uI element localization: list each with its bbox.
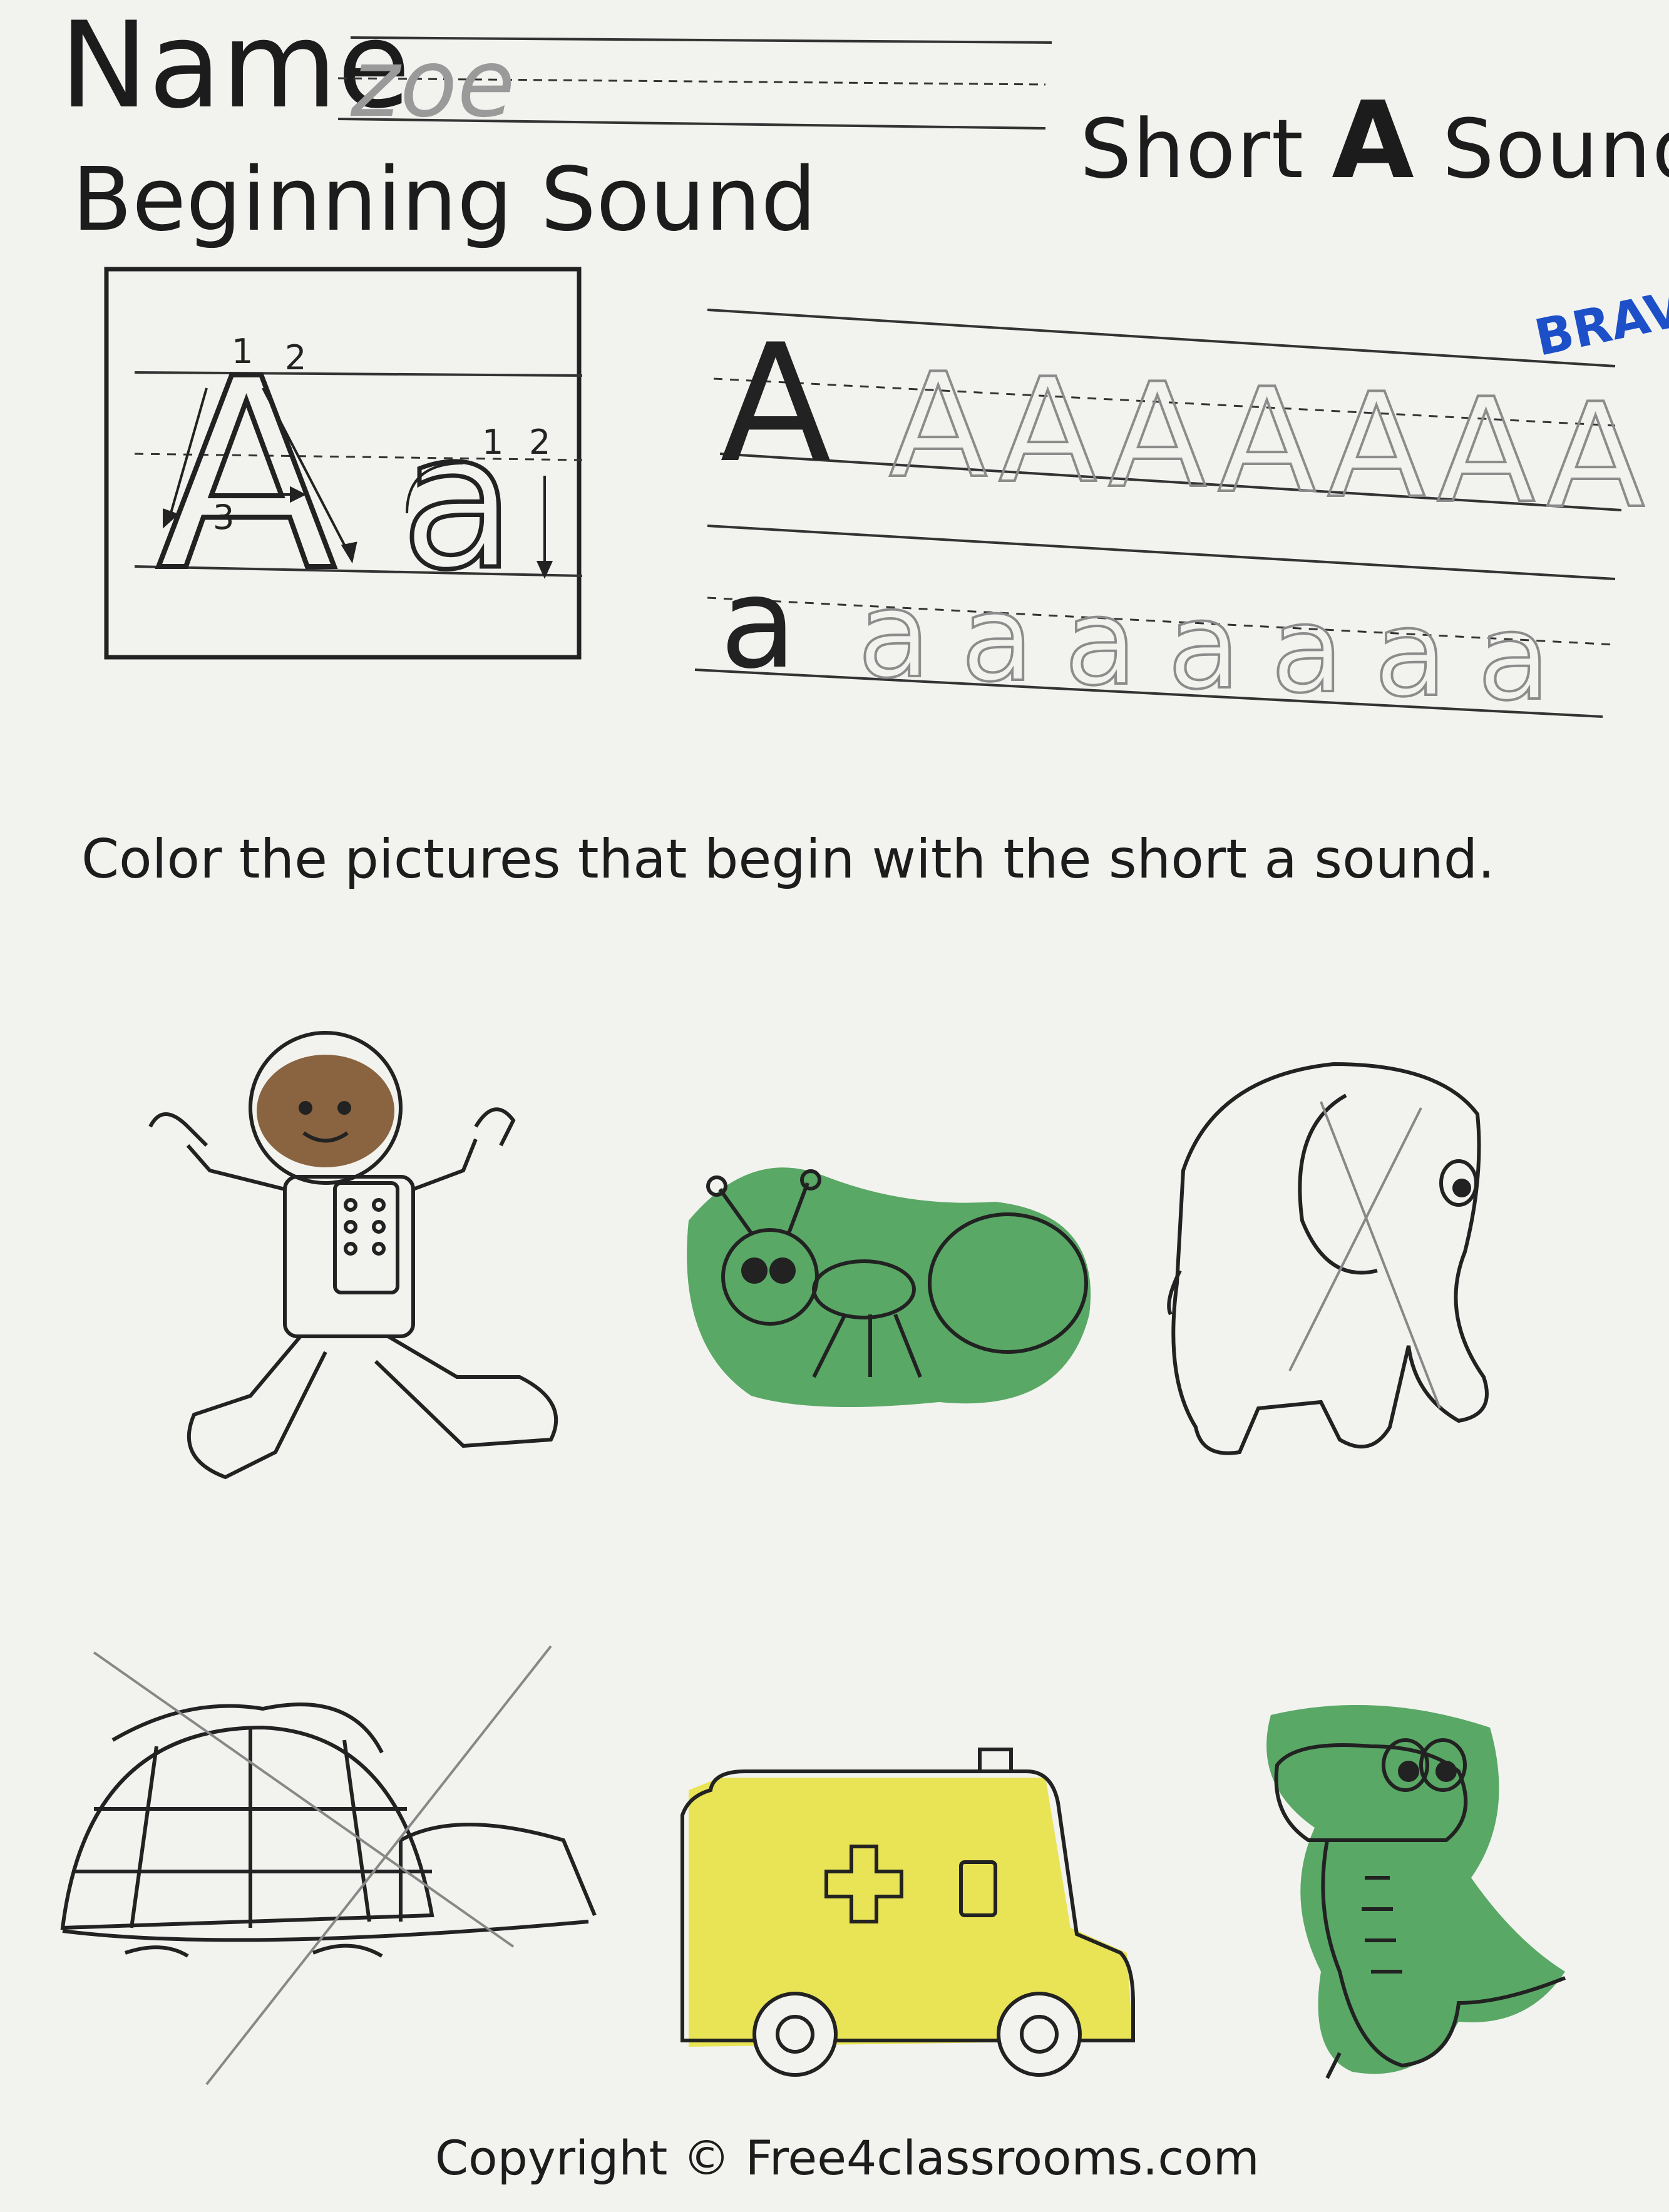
- traced-letter: A: [1437, 368, 1535, 535]
- igloo-cross-mark: [93, 1645, 552, 2086]
- stroke-number-2: 2: [285, 338, 306, 377]
- traced-letter: a: [1271, 581, 1343, 719]
- ant-picture: [687, 1167, 1091, 1407]
- traced-letter: a: [1477, 588, 1550, 727]
- traced-letter: a: [1064, 573, 1137, 712]
- copyright: Copyright © Free4classrooms.com: [435, 2130, 1260, 2186]
- traced-letter: A: [1218, 358, 1316, 525]
- traced-letter: A: [999, 348, 1097, 515]
- name-handwritten: zoe: [350, 29, 515, 138]
- traced-lowercase-letters: aaaaaaa: [856, 565, 1551, 728]
- letter-box: A a 1 2 3 1 2: [104, 267, 583, 660]
- alligator-picture: [1266, 1705, 1566, 2079]
- traced-letter: a: [858, 566, 930, 704]
- elephant-picture: [1167, 1062, 1489, 1455]
- igloo-picture: [60, 1645, 597, 2086]
- ambulance-picture: [680, 1748, 1135, 2077]
- elephant-cross-mark: [1288, 1101, 1441, 1409]
- tracing-uppercase-model: A: [720, 310, 832, 499]
- traced-letter: A: [1546, 373, 1645, 540]
- traced-letter: a: [1168, 577, 1240, 715]
- traced-uppercase-letters: AAAAAAA: [888, 342, 1646, 541]
- instructions: Color the pictures that begin with the s…: [81, 828, 1495, 891]
- traced-letter: A: [1108, 353, 1206, 520]
- tracing-lowercase-model: a: [720, 551, 797, 697]
- ant-crayon: [687, 1167, 1091, 1407]
- stroke-number-a1: 1: [482, 422, 503, 462]
- traced-letter: a: [1374, 585, 1447, 723]
- astronaut-picture: [148, 1031, 558, 1480]
- stroke-number-1: 1: [232, 332, 253, 371]
- traced-letter: A: [1327, 363, 1425, 530]
- astronaut-face-crayon: [257, 1055, 394, 1167]
- worksheet-drawing: zoe A a 1 2 3 1 2 A a AAAAAAA aaaaaaa: [60, 29, 1646, 2086]
- traced-letter: a: [961, 570, 1034, 708]
- stroke-number-3: 3: [213, 498, 234, 537]
- alligator-crayon: [1266, 1705, 1565, 2074]
- traced-letter: A: [889, 343, 987, 510]
- stroke-number-a2: 2: [529, 422, 550, 462]
